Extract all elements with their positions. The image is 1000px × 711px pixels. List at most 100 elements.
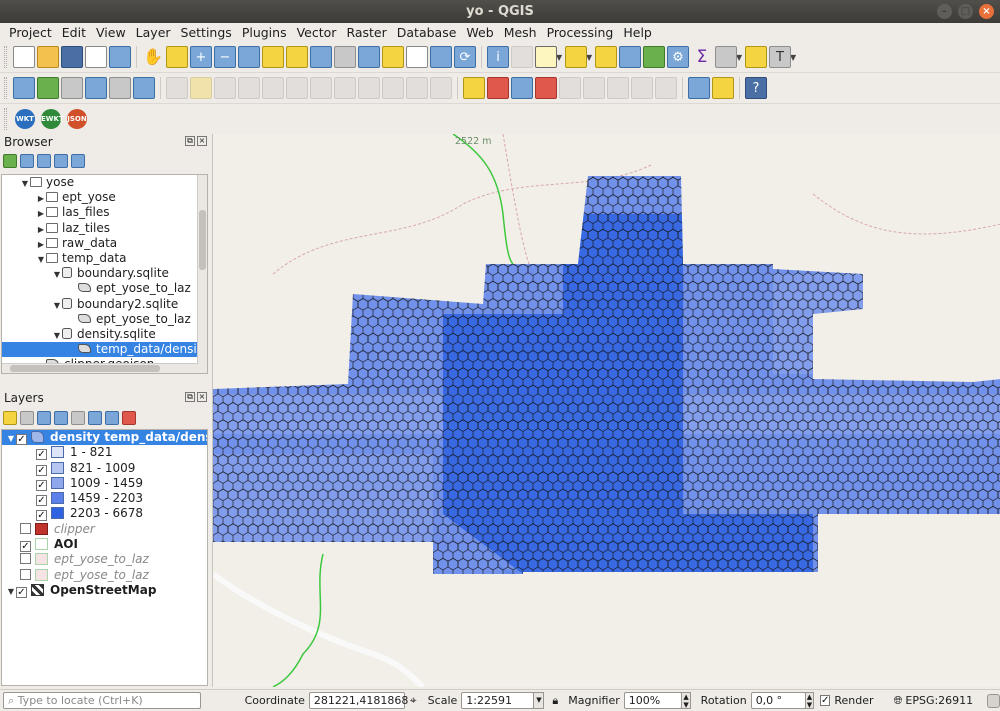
label-tool-icon[interactable] bbox=[463, 77, 485, 99]
pan-hand-icon[interactable]: ✋ bbox=[142, 46, 164, 68]
statistics-sigma-icon[interactable]: Σ bbox=[691, 46, 713, 68]
help-icon[interactable]: ? bbox=[745, 77, 767, 99]
properties-info-icon[interactable] bbox=[71, 154, 85, 168]
chevron-right-icon[interactable]: ▶ bbox=[36, 222, 46, 237]
browser-item[interactable]: temp_data/densit bbox=[2, 342, 207, 358]
browser-item[interactable]: ept_yose_to_laz bbox=[2, 312, 207, 327]
rotation-spinner[interactable]: ▲ ▼ bbox=[804, 692, 814, 709]
layer-item[interactable]: ✓ 1009 - 1459 bbox=[2, 476, 207, 491]
layer-visibility-checkbox[interactable]: ✓ bbox=[36, 449, 47, 461]
field-calculator-icon[interactable] bbox=[643, 46, 665, 68]
layer-item[interactable]: ▼ ✓ OpenStreetMap bbox=[2, 583, 207, 598]
layer-item[interactable]: ept_yose_to_laz bbox=[2, 552, 207, 567]
new-map-view-icon[interactable] bbox=[382, 46, 404, 68]
filter-browser-icon[interactable] bbox=[37, 154, 51, 168]
toolbar-handle[interactable] bbox=[4, 77, 7, 99]
expand-all-icon[interactable] bbox=[88, 411, 102, 425]
toggle-editing-pencil-icon[interactable] bbox=[190, 77, 212, 99]
layout-icon[interactable] bbox=[85, 46, 107, 68]
python-console-icon[interactable] bbox=[712, 77, 734, 99]
data-source-manager-icon[interactable] bbox=[13, 77, 35, 99]
crs-globe-icon[interactable]: 🌐︎ bbox=[894, 694, 903, 708]
browser-horizontal-scrollbar[interactable] bbox=[2, 363, 198, 373]
pin-labels-icon[interactable] bbox=[511, 77, 533, 99]
toolbar-handle[interactable] bbox=[4, 46, 7, 68]
menu-project[interactable]: Project bbox=[4, 23, 57, 42]
unpinned-labels-icon[interactable] bbox=[631, 77, 653, 99]
chevron-down-icon[interactable]: ▼ bbox=[52, 298, 62, 313]
float-panel-icon[interactable]: ⧉ bbox=[185, 136, 195, 146]
chevron-right-icon[interactable]: ▶ bbox=[36, 191, 46, 206]
chevron-right-icon[interactable]: ▶ bbox=[36, 237, 46, 252]
new-layer-icon[interactable] bbox=[37, 77, 59, 99]
modify-attributes-icon[interactable] bbox=[286, 77, 308, 99]
zoom-native-icon[interactable] bbox=[334, 46, 356, 68]
layer-visibility-checkbox[interactable] bbox=[20, 522, 31, 534]
pan-to-selection-icon[interactable] bbox=[166, 46, 188, 68]
delete-selected-icon[interactable] bbox=[310, 77, 332, 99]
browser-item[interactable]: ▶ las_files bbox=[2, 205, 207, 220]
chevron-down-icon[interactable]: ▼ bbox=[6, 584, 16, 599]
layer-visibility-checkbox[interactable]: ✓ bbox=[36, 479, 47, 491]
layer-item[interactable]: ✓ 1459 - 2203 bbox=[2, 491, 207, 507]
close-window-button[interactable]: × bbox=[979, 4, 994, 19]
layers-tree[interactable]: ▼✓density temp_data/density✓1 - 821✓821 … bbox=[1, 429, 208, 686]
attribute-table-icon[interactable] bbox=[619, 46, 641, 68]
chevron-down-icon[interactable]: ▼ bbox=[20, 176, 30, 191]
layer-item[interactable]: ept_yose_to_laz bbox=[2, 568, 207, 583]
menu-plugins[interactable]: Plugins bbox=[237, 23, 292, 42]
globe-plugin-icon[interactable] bbox=[688, 77, 710, 99]
layer-visibility-checkbox[interactable]: ✓ bbox=[20, 541, 31, 553]
save-project-icon[interactable] bbox=[61, 46, 83, 68]
select-features-icon[interactable] bbox=[535, 46, 557, 68]
add-feature-icon[interactable] bbox=[238, 77, 260, 99]
close-panel-icon[interactable]: × bbox=[197, 136, 207, 146]
browser-item[interactable]: ▶ raw_data bbox=[2, 236, 207, 251]
chevron-down-icon[interactable]: ▼ bbox=[6, 431, 16, 446]
messages-icon[interactable] bbox=[987, 693, 1000, 708]
current-edits-icon[interactable] bbox=[166, 77, 188, 99]
rotation-field[interactable]: 0,0 ° bbox=[750, 692, 806, 709]
measure-line-icon[interactable] bbox=[715, 46, 737, 68]
filter-legend-icon[interactable] bbox=[54, 411, 68, 425]
layer-visibility-checkbox[interactable]: ✓ bbox=[36, 464, 47, 476]
zoom-to-layer-icon[interactable] bbox=[310, 46, 332, 68]
json-icon[interactable]: JSON bbox=[67, 109, 87, 129]
deselect-all-icon[interactable] bbox=[595, 46, 617, 68]
run-action-icon[interactable] bbox=[511, 46, 533, 68]
menu-processing[interactable]: Processing bbox=[542, 23, 619, 42]
undo-icon[interactable] bbox=[406, 77, 428, 99]
chevron-down-icon[interactable]: ▼ bbox=[52, 328, 62, 343]
browser-item[interactable]: ▶ ept_yose bbox=[2, 190, 207, 205]
show-hide-labels-icon[interactable] bbox=[535, 77, 557, 99]
cut-features-icon[interactable] bbox=[334, 77, 356, 99]
select-by-value-icon[interactable] bbox=[565, 46, 587, 68]
browser-item[interactable]: ▶ laz_tiles bbox=[2, 221, 207, 236]
copy-features-icon[interactable] bbox=[358, 77, 380, 99]
layer-visibility-checkbox[interactable]: ✓ bbox=[16, 586, 27, 598]
new-bookmark-icon[interactable] bbox=[430, 46, 452, 68]
menu-vector[interactable]: Vector bbox=[292, 23, 342, 42]
render-checkbox[interactable]: ✓ bbox=[820, 695, 831, 706]
menu-web[interactable]: Web bbox=[461, 23, 498, 42]
lock-icon[interactable]: 🔒︎ bbox=[552, 694, 558, 708]
layer-item[interactable]: ✓ AOI bbox=[2, 537, 207, 553]
chevron-down-icon[interactable]: ▼ bbox=[586, 53, 594, 62]
label-style-icon[interactable] bbox=[487, 77, 509, 99]
browser-item[interactable]: ▼ temp_data bbox=[2, 251, 207, 266]
paste-features-icon[interactable] bbox=[382, 77, 404, 99]
identify-features-icon[interactable]: i bbox=[487, 46, 509, 68]
layer-item[interactable]: ✓ 1 - 821 bbox=[2, 445, 207, 461]
ewkt-icon[interactable]: EWKT bbox=[41, 109, 64, 129]
collapse-all-icon[interactable] bbox=[54, 154, 68, 168]
menu-layer[interactable]: Layer bbox=[131, 23, 176, 42]
style-manager-icon[interactable] bbox=[109, 46, 131, 68]
open-project-icon[interactable] bbox=[37, 46, 59, 68]
chevron-down-icon[interactable]: ▼ bbox=[736, 53, 744, 62]
chevron-down-icon[interactable]: ▼ bbox=[556, 53, 564, 62]
refresh-icon[interactable]: ⟳ bbox=[454, 46, 476, 68]
menu-raster[interactable]: Raster bbox=[341, 23, 391, 42]
layer-visibility-checkbox[interactable] bbox=[20, 568, 31, 580]
browser-vertical-scrollbar[interactable] bbox=[197, 175, 207, 373]
map-canvas[interactable]: 2522 m bbox=[212, 134, 1000, 687]
